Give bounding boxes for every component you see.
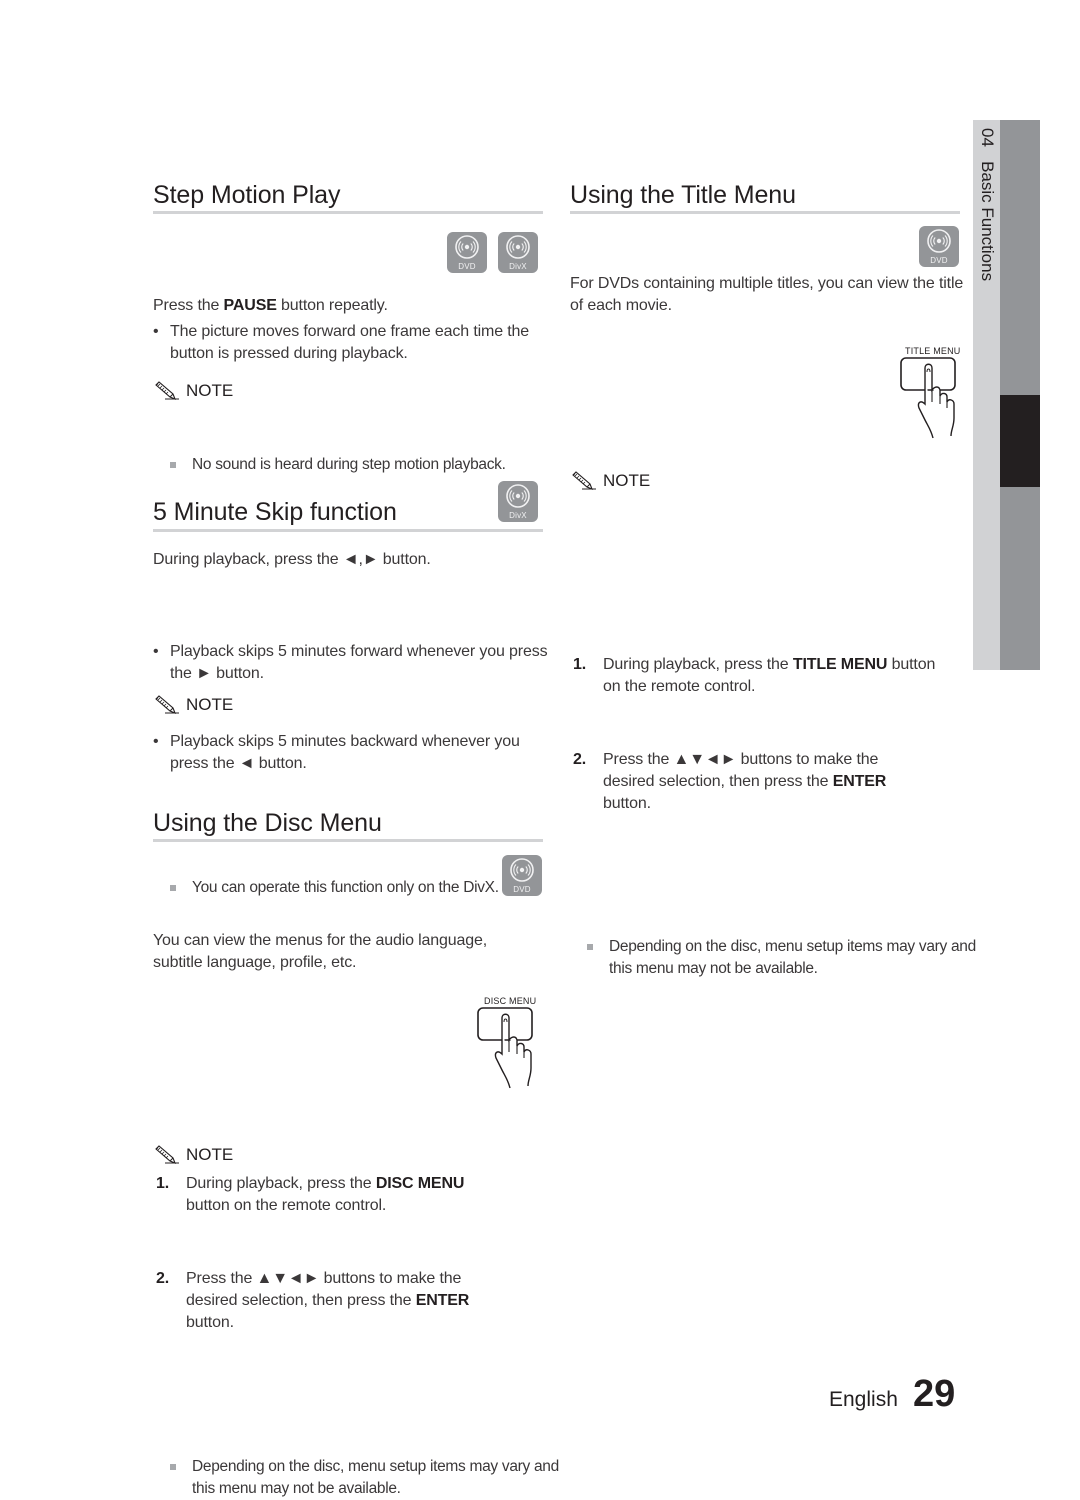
- hand-press-icon: [900, 357, 956, 439]
- badge-label: DVD: [513, 885, 531, 894]
- footer-language: English: [829, 1388, 898, 1411]
- note-label: NOTE: [186, 695, 234, 714]
- intro-text: Press the: [153, 297, 224, 314]
- badge-label: DivX: [509, 262, 527, 271]
- disc-menu-intro: You can view the menus for the audio lan…: [153, 932, 488, 971]
- step-item: 1. During playback, press the TITLE MENU…: [570, 654, 953, 698]
- pencil-note-icon: [572, 471, 597, 490]
- note-heading: NOTE: [153, 1144, 233, 1166]
- hand-press-icon: [477, 1007, 533, 1089]
- chapter-title: Basic Functions: [978, 161, 997, 282]
- step-number: 2.: [573, 751, 587, 768]
- note-text: No sound is heard during step motion pla…: [192, 456, 506, 473]
- step-number: 1.: [573, 656, 587, 673]
- disc-icon: [455, 235, 479, 259]
- intro-text: button repeatly.: [276, 297, 388, 314]
- step-item: 2. Press the ▲▼◄► buttons to make the de…: [153, 1268, 501, 1334]
- note-label: NOTE: [186, 381, 234, 400]
- bullet-item: Playback skips 5 minutes forward wheneve…: [153, 641, 550, 685]
- title-menu-intro: For DVDs containing multiple titles, you…: [570, 275, 964, 314]
- badge-label: DVD: [458, 262, 476, 271]
- square-bullet-icon: [170, 885, 176, 891]
- enter-button-label: ENTER: [832, 773, 887, 790]
- pencil-note-icon: [155, 695, 180, 714]
- page-number: 29: [913, 1373, 956, 1415]
- title-menu-button-label: TITLE MENU: [792, 656, 888, 673]
- note-label: NOTE: [186, 1145, 234, 1164]
- pencil-note-icon: [155, 1145, 180, 1164]
- step-text: button on the remote control.: [186, 1197, 387, 1214]
- section-divider: [570, 211, 960, 214]
- section-title-5-minute-skip: 5 Minute Skip function: [153, 498, 397, 526]
- bullet-item: The picture moves forward one frame each…: [153, 321, 550, 365]
- bullet-item: Playback skips 5 minutes backward whenev…: [153, 731, 550, 775]
- pencil-note-icon: [155, 381, 180, 400]
- section-divider: [153, 839, 543, 842]
- dvd-badge: DVD: [502, 855, 542, 896]
- dvd-badge: DVD: [919, 226, 959, 267]
- divx-badge: DivX: [498, 232, 538, 273]
- disc-menu-button-label: DISC MENU: [375, 1175, 465, 1192]
- note-text: Depending on the disc, menu setup items …: [609, 938, 976, 977]
- enter-button-label: ENTER: [415, 1292, 470, 1309]
- square-bullet-icon: [170, 462, 176, 468]
- dvd-badge: DVD: [447, 232, 487, 273]
- disc-icon: [506, 484, 530, 508]
- square-bullet-icon: [170, 1464, 176, 1470]
- divx-badge: DivX: [498, 481, 538, 522]
- note-heading: NOTE: [570, 470, 650, 492]
- step-text: During playback, press the: [603, 656, 793, 673]
- chapter-number: 04: [978, 128, 997, 147]
- note-heading: NOTE: [153, 694, 233, 716]
- step-text: button.: [603, 795, 651, 812]
- step-text: During playback, press the: [186, 1175, 376, 1192]
- note-item: No sound is heard during step motion pla…: [153, 454, 582, 476]
- note-heading: NOTE: [153, 380, 233, 402]
- chapter-label: 04 Basic Functions: [977, 128, 997, 281]
- step-number: 1.: [156, 1175, 170, 1192]
- square-bullet-icon: [587, 944, 593, 950]
- disc-icon: [927, 229, 951, 253]
- step-motion-intro: Press the PAUSE button repeatly.: [153, 295, 543, 317]
- active-chapter-marker: [1000, 395, 1040, 487]
- section-title-disc-menu: Using the Disc Menu: [153, 809, 382, 837]
- note-text: Depending on the disc, menu setup items …: [192, 1458, 559, 1497]
- note-label: NOTE: [603, 471, 651, 490]
- disc-icon: [506, 235, 530, 259]
- pause-button-label: PAUSE: [223, 297, 277, 314]
- note-item: Depending on the disc, menu setup items …: [153, 1456, 572, 1500]
- section-title-title-menu: Using the Title Menu: [570, 181, 796, 209]
- badge-label: DVD: [930, 256, 948, 265]
- badge-label: DivX: [509, 511, 527, 520]
- step-item: 1. During playback, press the DISC MENU …: [153, 1173, 501, 1217]
- step-number: 2.: [156, 1270, 170, 1287]
- section-divider: [153, 211, 543, 214]
- disc-icon: [510, 858, 534, 882]
- step-text: button.: [186, 1314, 234, 1331]
- note-text: You can operate this function only on th…: [192, 879, 499, 896]
- note-item: Depending on the disc, menu setup items …: [570, 936, 994, 980]
- skip-intro: During playback, press the ◄,► button.: [153, 551, 431, 568]
- section-divider: [153, 529, 543, 532]
- section-title-step-motion: Step Motion Play: [153, 181, 341, 209]
- step-item: 2. Press the ▲▼◄► buttons to make the de…: [570, 749, 918, 815]
